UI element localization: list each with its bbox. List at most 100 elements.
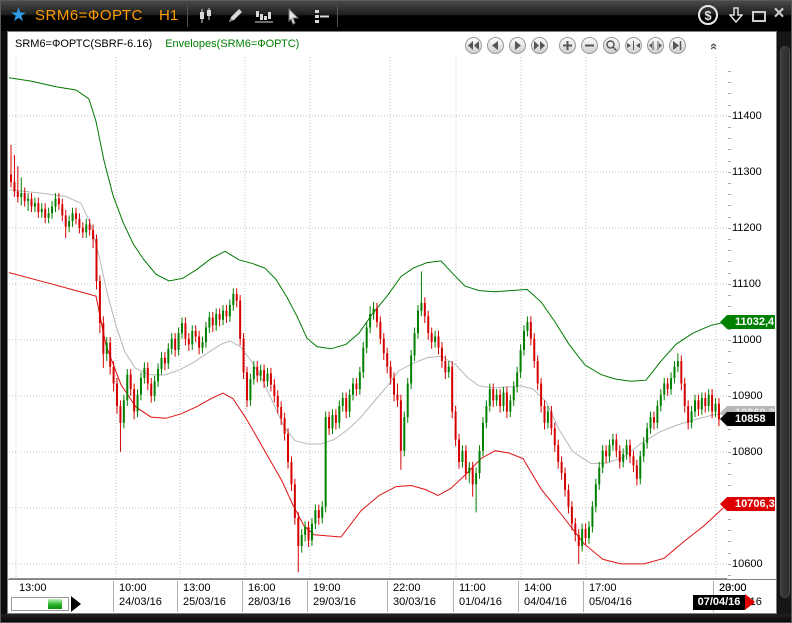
levels-list-icon bbox=[312, 7, 332, 25]
price-minor-tick bbox=[728, 261, 731, 262]
cursor-button[interactable] bbox=[280, 5, 306, 27]
price-minor-tick bbox=[728, 474, 731, 475]
candle-body bbox=[311, 524, 313, 541]
candle-body bbox=[325, 417, 327, 507]
compress-scale-button[interactable] bbox=[625, 37, 642, 54]
rollup-arrow-icon[interactable] bbox=[728, 7, 744, 23]
terminal-window: ★ SRM6=ФОРТС H1 $× SRM6=ФОРТС(SBRF-6.16)… bbox=[0, 0, 792, 623]
candle-body bbox=[58, 199, 60, 205]
zoom-in-button[interactable] bbox=[559, 37, 576, 54]
restore-icon[interactable] bbox=[752, 9, 766, 23]
candle-body bbox=[239, 301, 241, 339]
candle-body bbox=[461, 451, 463, 462]
vertical-scrollbar-thumb[interactable] bbox=[780, 46, 790, 598]
candle-body bbox=[598, 468, 600, 485]
candle-body bbox=[92, 230, 94, 239]
time-tick-label: 22:00 bbox=[393, 582, 421, 594]
candle-body bbox=[205, 328, 207, 343]
history-scrollbar[interactable] bbox=[11, 597, 69, 611]
candle-body bbox=[294, 484, 296, 518]
price-minor-tick bbox=[728, 351, 731, 352]
price-minor-tick bbox=[728, 575, 731, 576]
quotes-depth-button[interactable] bbox=[251, 5, 277, 27]
candle-body bbox=[376, 308, 378, 321]
price-minor-tick bbox=[728, 273, 731, 274]
candle-body bbox=[550, 412, 552, 429]
time-axis-separator bbox=[387, 581, 388, 612]
candle-body bbox=[523, 331, 525, 350]
candle-body bbox=[554, 428, 556, 445]
candle-body bbox=[526, 322, 528, 331]
vertical-scrollbar[interactable] bbox=[778, 32, 792, 614]
levels-list-button[interactable] bbox=[309, 5, 335, 27]
candle-body bbox=[109, 343, 111, 367]
candle-body bbox=[704, 398, 706, 406]
price-minor-tick bbox=[728, 93, 731, 94]
close-icon[interactable]: × bbox=[770, 5, 788, 23]
fast-forward-button[interactable] bbox=[531, 37, 548, 54]
candle-body bbox=[181, 323, 183, 333]
timeframe-label: H1 bbox=[159, 7, 178, 24]
candle-body bbox=[260, 370, 262, 376]
step-forward-button[interactable] bbox=[509, 37, 526, 54]
chart-plot-area[interactable] bbox=[9, 57, 727, 579]
candle-body bbox=[174, 339, 176, 350]
candle-body bbox=[591, 507, 593, 527]
candle-body bbox=[400, 400, 402, 450]
date-tick-label: 29/03/16 bbox=[313, 596, 356, 608]
collapse-toolbar-button[interactable]: « bbox=[707, 38, 723, 54]
price-tick-label: 10900 bbox=[732, 390, 776, 402]
candle-body bbox=[609, 445, 611, 456]
step-backward-button[interactable] bbox=[487, 37, 504, 54]
title-bar[interactable]: ★ SRM6=ФОРТС H1 $× bbox=[1, 1, 792, 31]
price-minor-tick bbox=[728, 149, 731, 150]
candle-body bbox=[219, 314, 221, 320]
price-minor-tick bbox=[728, 205, 731, 206]
candle-body bbox=[540, 384, 542, 406]
candle-body bbox=[492, 389, 494, 400]
candle-body bbox=[701, 398, 703, 409]
scroll-to-end-arrow-icon[interactable] bbox=[71, 596, 81, 612]
candle-body bbox=[578, 535, 580, 546]
quotes-depth-icon bbox=[254, 7, 274, 25]
date-tick-label: 05/04/16 bbox=[589, 596, 632, 608]
zoom-out-button[interactable] bbox=[581, 37, 598, 54]
time-tick-label: 11:00 bbox=[459, 582, 486, 594]
candle-body bbox=[20, 193, 22, 197]
candle-body bbox=[314, 510, 316, 523]
candle-body bbox=[420, 303, 422, 311]
compress-scale-icon bbox=[627, 41, 640, 50]
price-tick-label: 10800 bbox=[732, 446, 776, 458]
last-price-tag: 10858 bbox=[727, 412, 775, 426]
price-minor-tick bbox=[728, 250, 731, 251]
candle-body bbox=[342, 398, 344, 406]
candle-body bbox=[10, 175, 12, 182]
candle-body bbox=[653, 417, 655, 423]
price-minor-tick bbox=[728, 452, 731, 453]
history-scrollbar-thumb[interactable] bbox=[48, 599, 62, 609]
candle-body bbox=[711, 395, 713, 412]
expand-scale-icon bbox=[649, 41, 662, 50]
candle-body bbox=[660, 395, 662, 406]
chart-legend: SRM6=ФОРТС(SBRF-6.16) Envelopes(SRM6=ФОР… bbox=[15, 38, 299, 50]
candle-body bbox=[410, 356, 412, 384]
candle-body bbox=[51, 207, 53, 214]
time-axis-separator bbox=[307, 581, 308, 612]
toolbar-separator bbox=[337, 5, 338, 27]
expand-scale-button[interactable] bbox=[647, 37, 664, 54]
money-icon[interactable]: $ bbox=[698, 5, 718, 25]
fast-backward-button[interactable] bbox=[465, 37, 482, 54]
price-minor-tick bbox=[728, 429, 731, 430]
current-date-arrow-icon bbox=[745, 594, 755, 610]
zoom-area-button[interactable] bbox=[603, 37, 620, 54]
candle-body bbox=[414, 333, 416, 355]
price-minor-tick bbox=[728, 71, 731, 72]
draw-pencil-button[interactable] bbox=[222, 5, 248, 27]
candle-body bbox=[355, 384, 357, 390]
candles-chart-button[interactable] bbox=[193, 5, 219, 27]
candle-body bbox=[17, 191, 19, 197]
candle-body bbox=[626, 445, 628, 454]
candle-body bbox=[561, 462, 563, 473]
candle-body bbox=[605, 451, 607, 457]
go-to-end-button[interactable] bbox=[669, 37, 686, 54]
